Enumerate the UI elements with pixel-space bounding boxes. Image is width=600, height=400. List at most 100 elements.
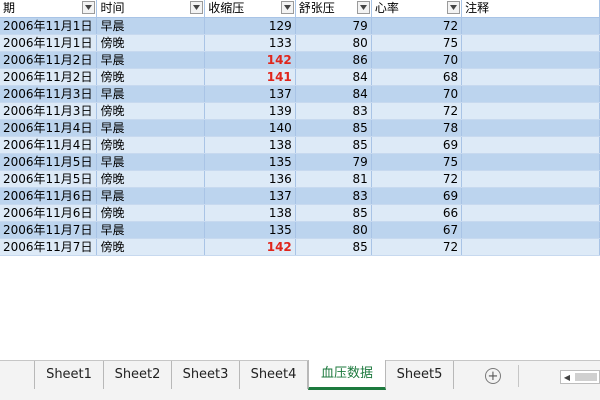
filter-dropdown-icon[interactable]: [82, 1, 96, 14]
diastolic-cell[interactable]: 84: [295, 85, 372, 103]
filter-dropdown-icon[interactable]: [356, 1, 370, 14]
filter-dropdown-icon[interactable]: [447, 1, 461, 14]
date-cell[interactable]: 2006年11月4日: [0, 136, 98, 154]
heart-rate-cell[interactable]: 69: [371, 136, 463, 154]
diastolic-cell[interactable]: 85: [295, 204, 372, 222]
diastolic-cell[interactable]: 84: [295, 68, 372, 86]
systolic-cell[interactable]: 136: [204, 170, 296, 188]
header-cell-diastolic[interactable]: 舒张压: [295, 0, 372, 18]
heart-rate-cell[interactable]: 78: [371, 119, 463, 137]
sheet-tab-sheet5[interactable]: Sheet5: [386, 361, 454, 389]
header-cell-time[interactable]: 时间: [96, 0, 206, 18]
header-cell-heart-rate[interactable]: 心率: [371, 0, 463, 18]
time-cell[interactable]: 早晨: [96, 85, 206, 103]
heart-rate-cell[interactable]: 69: [371, 187, 463, 205]
systolic-cell[interactable]: 138: [204, 204, 296, 222]
diastolic-cell[interactable]: 83: [295, 187, 372, 205]
diastolic-cell[interactable]: 83: [295, 102, 372, 120]
date-cell[interactable]: 2006年11月1日: [0, 17, 98, 35]
date-cell[interactable]: 2006年11月5日: [0, 153, 98, 171]
add-sheet-icon[interactable]: +: [485, 368, 501, 384]
systolic-cell[interactable]: 135: [204, 221, 296, 239]
date-cell[interactable]: 2006年11月4日: [0, 119, 98, 137]
systolic-cell[interactable]: 129: [204, 17, 296, 35]
sheet-tab-sheet2[interactable]: Sheet2: [104, 361, 172, 389]
time-cell[interactable]: 傍晚: [96, 238, 206, 256]
notes-cell[interactable]: [461, 119, 600, 137]
systolic-cell[interactable]: 138: [204, 136, 296, 154]
diastolic-cell[interactable]: 79: [295, 17, 372, 35]
time-cell[interactable]: 傍晚: [96, 170, 206, 188]
time-cell[interactable]: 傍晚: [96, 68, 206, 86]
filter-dropdown-icon[interactable]: [190, 1, 204, 14]
systolic-cell[interactable]: 133: [204, 34, 296, 52]
date-cell[interactable]: 2006年11月7日: [0, 238, 98, 256]
scroll-left-icon[interactable]: ◀: [561, 371, 573, 383]
time-cell[interactable]: 早晨: [96, 17, 206, 35]
heart-rate-cell[interactable]: 75: [371, 153, 463, 171]
diastolic-cell[interactable]: 85: [295, 119, 372, 137]
sheet-tab-sheet1[interactable]: Sheet1: [34, 361, 104, 389]
date-cell[interactable]: 2006年11月6日: [0, 204, 98, 222]
systolic-cell[interactable]: 139: [204, 102, 296, 120]
notes-cell[interactable]: [461, 17, 600, 35]
date-cell[interactable]: 2006年11月3日: [0, 85, 98, 103]
sheet-tab-blood-pressure-data[interactable]: 血压数据: [308, 360, 386, 390]
header-cell-notes[interactable]: 注释: [461, 0, 600, 18]
diastolic-cell[interactable]: 81: [295, 170, 372, 188]
heart-rate-cell[interactable]: 72: [371, 17, 463, 35]
date-cell[interactable]: 2006年11月2日: [0, 51, 98, 69]
time-cell[interactable]: 傍晚: [96, 34, 206, 52]
systolic-cell[interactable]: 141: [204, 68, 296, 86]
notes-cell[interactable]: [461, 51, 600, 69]
heart-rate-cell[interactable]: 67: [371, 221, 463, 239]
heart-rate-cell[interactable]: 68: [371, 68, 463, 86]
date-cell[interactable]: 2006年11月1日: [0, 34, 98, 52]
systolic-cell[interactable]: 137: [204, 187, 296, 205]
notes-cell[interactable]: [461, 238, 600, 256]
date-cell[interactable]: 2006年11月5日: [0, 170, 98, 188]
notes-cell[interactable]: [461, 204, 600, 222]
notes-cell[interactable]: [461, 68, 600, 86]
time-cell[interactable]: 傍晚: [96, 102, 206, 120]
horizontal-scrollbar[interactable]: ◀: [560, 370, 600, 384]
time-cell[interactable]: 傍晚: [96, 204, 206, 222]
heart-rate-cell[interactable]: 72: [371, 238, 463, 256]
header-cell-date[interactable]: 期: [0, 0, 98, 18]
heart-rate-cell[interactable]: 75: [371, 34, 463, 52]
heart-rate-cell[interactable]: 72: [371, 170, 463, 188]
diastolic-cell[interactable]: 85: [295, 238, 372, 256]
diastolic-cell[interactable]: 80: [295, 34, 372, 52]
heart-rate-cell[interactable]: 70: [371, 51, 463, 69]
notes-cell[interactable]: [461, 170, 600, 188]
heart-rate-cell[interactable]: 66: [371, 204, 463, 222]
time-cell[interactable]: 早晨: [96, 51, 206, 69]
sheet-tab-sheet3[interactable]: Sheet3: [172, 361, 240, 389]
scrollbar-thumb[interactable]: [575, 373, 597, 381]
filter-dropdown-icon[interactable]: [280, 1, 294, 14]
heart-rate-cell[interactable]: 70: [371, 85, 463, 103]
time-cell[interactable]: 傍晚: [96, 136, 206, 154]
systolic-cell[interactable]: 137: [204, 85, 296, 103]
systolic-cell[interactable]: 135: [204, 153, 296, 171]
heart-rate-cell[interactable]: 72: [371, 102, 463, 120]
header-cell-systolic[interactable]: 收缩压: [204, 0, 296, 18]
diastolic-cell[interactable]: 85: [295, 136, 372, 154]
notes-cell[interactable]: [461, 153, 600, 171]
notes-cell[interactable]: [461, 136, 600, 154]
diastolic-cell[interactable]: 80: [295, 221, 372, 239]
systolic-cell[interactable]: 142: [204, 238, 296, 256]
time-cell[interactable]: 早晨: [96, 187, 206, 205]
notes-cell[interactable]: [461, 102, 600, 120]
date-cell[interactable]: 2006年11月3日: [0, 102, 98, 120]
time-cell[interactable]: 早晨: [96, 221, 206, 239]
time-cell[interactable]: 早晨: [96, 153, 206, 171]
sheet-tab-sheet4[interactable]: Sheet4: [240, 361, 308, 389]
systolic-cell[interactable]: 142: [204, 51, 296, 69]
diastolic-cell[interactable]: 86: [295, 51, 372, 69]
date-cell[interactable]: 2006年11月7日: [0, 221, 98, 239]
notes-cell[interactable]: [461, 85, 600, 103]
date-cell[interactable]: 2006年11月6日: [0, 187, 98, 205]
time-cell[interactable]: 早晨: [96, 119, 206, 137]
systolic-cell[interactable]: 140: [204, 119, 296, 137]
